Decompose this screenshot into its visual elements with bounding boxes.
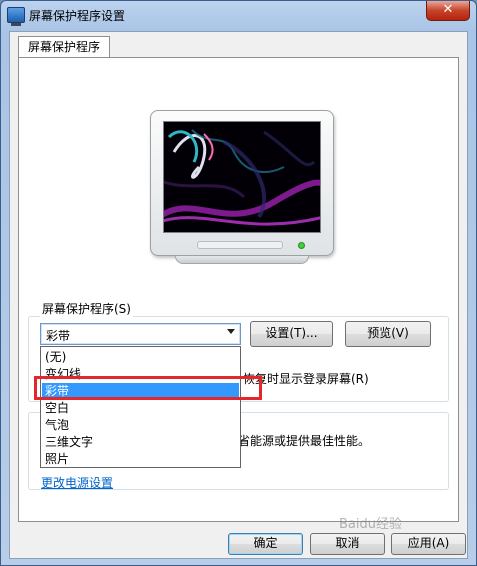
screensaver-settings-window: 屏幕保护程序设置 ✕ 屏幕保护程序 屏幕保护程序(S) 彩带 设置(T)... …: [0, 0, 477, 566]
tab-screensaver[interactable]: 屏幕保护程序: [18, 36, 110, 58]
power-description: 省能源或提供最佳性能。: [238, 434, 371, 448]
screensaver-preview-screen: [163, 121, 321, 233]
combobox-value: 彩带: [46, 329, 71, 343]
settings-button[interactable]: 设置(T)...: [250, 321, 333, 347]
dropdown-option[interactable]: 三维文字: [42, 434, 239, 451]
power-led-icon: [298, 242, 305, 249]
dropdown-option[interactable]: 照片: [42, 451, 239, 468]
close-button[interactable]: ✕: [426, 1, 470, 21]
monitor-bezel-bar: [197, 241, 283, 249]
annotation-highlight-box: [34, 376, 262, 400]
preview-button[interactable]: 预览(V): [345, 321, 431, 347]
screensaver-group-label: 屏幕保护程序(S): [40, 300, 133, 317]
screensaver-dropdown-list: (无) 变幻线 彩带 空白 气泡 三维文字 照片: [40, 346, 241, 468]
window-title: 屏幕保护程序设置: [29, 9, 126, 23]
watermark: Baidu经验: [339, 517, 402, 532]
dropdown-option[interactable]: 空白: [42, 400, 239, 417]
ribbons-preview-image: [164, 122, 320, 232]
dropdown-option[interactable]: (无): [42, 349, 239, 366]
cancel-button[interactable]: 取消: [310, 533, 385, 555]
dropdown-option[interactable]: 气泡: [42, 417, 239, 434]
monitor-icon: [7, 7, 25, 26]
monitor-stand: [175, 256, 309, 264]
dialog-body: 屏幕保护程序 屏幕保护程序(S) 彩带 设置(T)... 预览(V) 恢复时显示…: [9, 31, 468, 559]
screensaver-combobox[interactable]: 彩带: [40, 323, 241, 345]
chevron-down-icon[interactable]: [227, 329, 235, 334]
title-bar[interactable]: 屏幕保护程序设置 ✕: [1, 1, 476, 29]
change-power-settings-link[interactable]: 更改电源设置: [41, 474, 113, 491]
ok-button[interactable]: 确定: [228, 533, 303, 555]
preview-monitor: [150, 110, 334, 256]
apply-button[interactable]: 应用(A): [391, 533, 466, 555]
